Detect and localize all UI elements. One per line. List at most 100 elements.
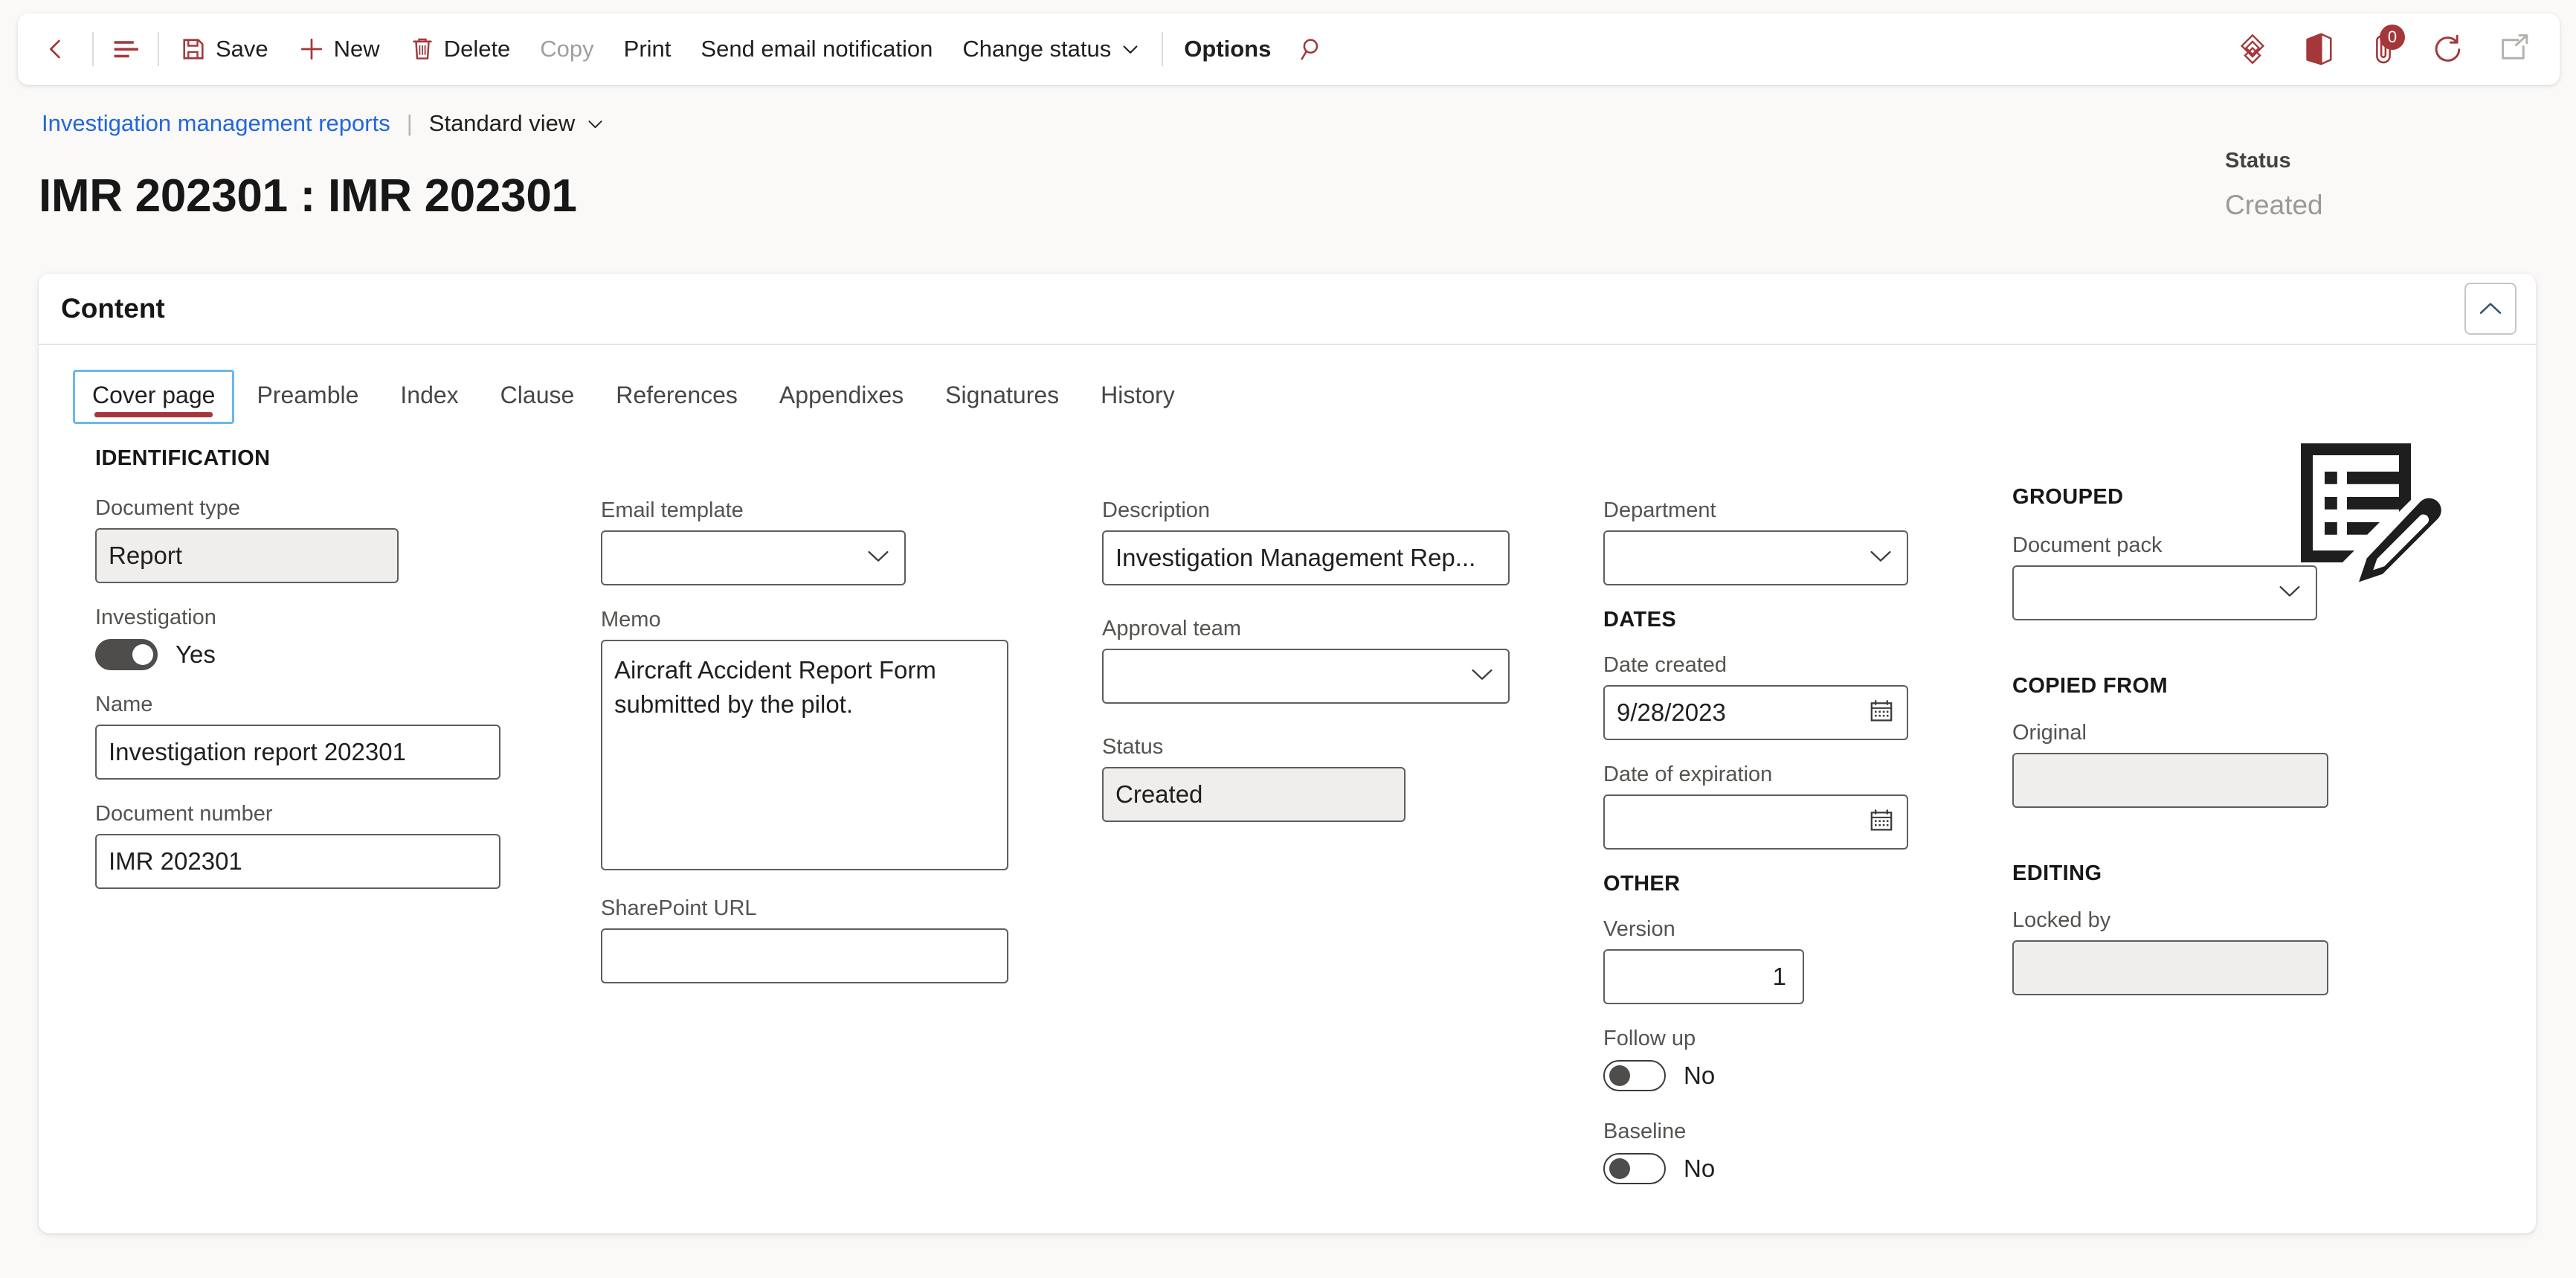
tab-label: Clause xyxy=(500,382,575,408)
original-input[interactable] xyxy=(2012,753,2328,808)
copy-label: Copy xyxy=(540,36,594,62)
approval-team-input[interactable] xyxy=(1102,649,1510,704)
print-button[interactable]: Print xyxy=(609,26,686,72)
magnifier-icon xyxy=(1301,39,1318,60)
sharepoint-url-input[interactable] xyxy=(601,928,1008,983)
copy-button[interactable]: Copy xyxy=(525,26,608,72)
field-label: Follow up xyxy=(1603,1027,1696,1050)
divider xyxy=(158,32,159,66)
description-input[interactable] xyxy=(1102,530,1510,585)
page-title: IMR 202301 : IMR 202301 xyxy=(39,170,577,222)
date-created-input[interactable] xyxy=(1603,685,1908,740)
send-email-notification-button[interactable]: Send email notification xyxy=(686,26,947,72)
breadcrumb-separator: | xyxy=(406,110,413,136)
search-button[interactable] xyxy=(1286,26,1338,72)
delete-label: Delete xyxy=(443,36,511,62)
breadcrumb-parent-link[interactable]: Investigation management reports xyxy=(42,110,390,137)
divider xyxy=(92,32,94,66)
header-status-value: Created xyxy=(2225,190,2323,220)
field-label: SharePoint URL xyxy=(601,896,757,920)
form-column-dates: Department DATES Date created 9/28/2023 … xyxy=(1603,498,1908,1207)
document-type-input[interactable] xyxy=(95,528,399,583)
version-input[interactable] xyxy=(1603,949,1804,1004)
follow-up-toggle[interactable] xyxy=(1603,1060,1666,1091)
tab-label: Signatures xyxy=(945,382,1060,408)
date-of-expiration-input[interactable] xyxy=(1603,794,1908,850)
field-label: Status xyxy=(1102,735,1164,759)
field-version: Version xyxy=(1603,917,1804,1004)
baseline-toggle[interactable] xyxy=(1603,1153,1666,1184)
save-label: Save xyxy=(216,36,268,62)
form-column-description: Description Approval team Status xyxy=(1102,498,1510,844)
tab-history[interactable]: History xyxy=(1081,370,1194,424)
plus-icon xyxy=(300,38,322,60)
tab-clause[interactable]: Clause xyxy=(481,370,594,424)
field-sharepoint-url: SharePoint URL xyxy=(601,896,1008,983)
email-template-input[interactable] xyxy=(601,530,906,585)
field-department: Department xyxy=(1603,498,1908,585)
field-label: Document pack xyxy=(2012,533,2163,557)
options-label: Options xyxy=(1184,36,1272,62)
field-document-type: Document type xyxy=(95,496,399,583)
refresh-button[interactable] xyxy=(2420,23,2478,75)
trash-icon xyxy=(413,38,432,60)
field-baseline: Baseline No xyxy=(1603,1120,1908,1184)
floppy-disk-icon xyxy=(183,39,204,60)
document-number-input[interactable] xyxy=(95,834,500,889)
change-status-button[interactable]: Change status xyxy=(947,26,1156,72)
open-in-new-window-icon xyxy=(2502,34,2528,60)
toggle-knob xyxy=(1609,1158,1630,1179)
field-label: Memo xyxy=(601,608,661,632)
field-label: Document type xyxy=(95,496,241,520)
baseline-toggle-value: No xyxy=(1684,1155,1716,1182)
field-label: Locked by xyxy=(2012,908,2111,932)
field-document-number: Document number xyxy=(95,802,500,889)
attachments-button[interactable]: 0 xyxy=(2354,23,2412,75)
locked-by-input[interactable] xyxy=(2012,940,2328,995)
office-app-button[interactable] xyxy=(2289,23,2347,75)
follow-up-toggle-value: No xyxy=(1684,1062,1716,1089)
back-button[interactable] xyxy=(34,26,86,72)
group-heading-editing: EDITING xyxy=(2012,861,2102,885)
field-label: Description xyxy=(1102,498,1211,522)
memo-textarea[interactable] xyxy=(601,640,1008,870)
field-document-pack: Document pack xyxy=(2012,533,2317,620)
open-in-new-window-button[interactable] xyxy=(2485,23,2543,75)
tab-index[interactable]: Index xyxy=(381,370,477,424)
tab-active-underline xyxy=(94,412,213,417)
command-bar: Save New Delete Copy Print Send email no… xyxy=(18,13,2560,85)
field-date-created: Date created xyxy=(1603,653,1908,740)
document-pack-input[interactable] xyxy=(2012,565,2317,620)
collapse-section-button[interactable] xyxy=(2464,283,2517,335)
toggle-knob xyxy=(1609,1065,1630,1086)
save-button[interactable]: Save xyxy=(165,26,283,72)
breadcrumb: Investigation management reports | Stand… xyxy=(42,110,605,137)
content-card-header: Content xyxy=(39,274,2536,345)
field-status: Status xyxy=(1102,735,1405,822)
field-label: Baseline xyxy=(1603,1120,1687,1143)
department-input[interactable] xyxy=(1603,530,1908,585)
status-input[interactable] xyxy=(1102,767,1405,822)
field-investigation: Investigation Yes xyxy=(95,606,500,670)
new-label: New xyxy=(333,36,380,62)
tab-cover-page[interactable]: Cover page xyxy=(73,370,235,424)
investigation-toggle[interactable] xyxy=(95,639,158,670)
delete-button[interactable]: Delete xyxy=(395,26,526,72)
tab-signatures[interactable]: Signatures xyxy=(926,370,1078,424)
name-input[interactable] xyxy=(95,725,500,780)
view-selector[interactable]: Standard view xyxy=(429,110,605,137)
divider xyxy=(1162,32,1164,66)
options-button[interactable]: Options xyxy=(1169,26,1286,72)
tab-references[interactable]: References xyxy=(596,370,757,424)
calendar-icon[interactable] xyxy=(1868,698,1895,728)
office-app-icon xyxy=(2306,33,2332,65)
group-heading-identification: IDENTIFICATION xyxy=(95,446,271,470)
tab-appendixes[interactable]: Appendixes xyxy=(760,370,923,424)
tab-label: Cover page xyxy=(92,382,216,408)
new-button[interactable]: New xyxy=(283,26,395,72)
send-email-label: Send email notification xyxy=(701,36,933,62)
tab-preamble[interactable]: Preamble xyxy=(237,370,378,424)
show-list-button[interactable] xyxy=(100,26,152,72)
calendar-icon[interactable] xyxy=(1868,807,1895,838)
diamond-pattern-button[interactable] xyxy=(2224,23,2282,75)
